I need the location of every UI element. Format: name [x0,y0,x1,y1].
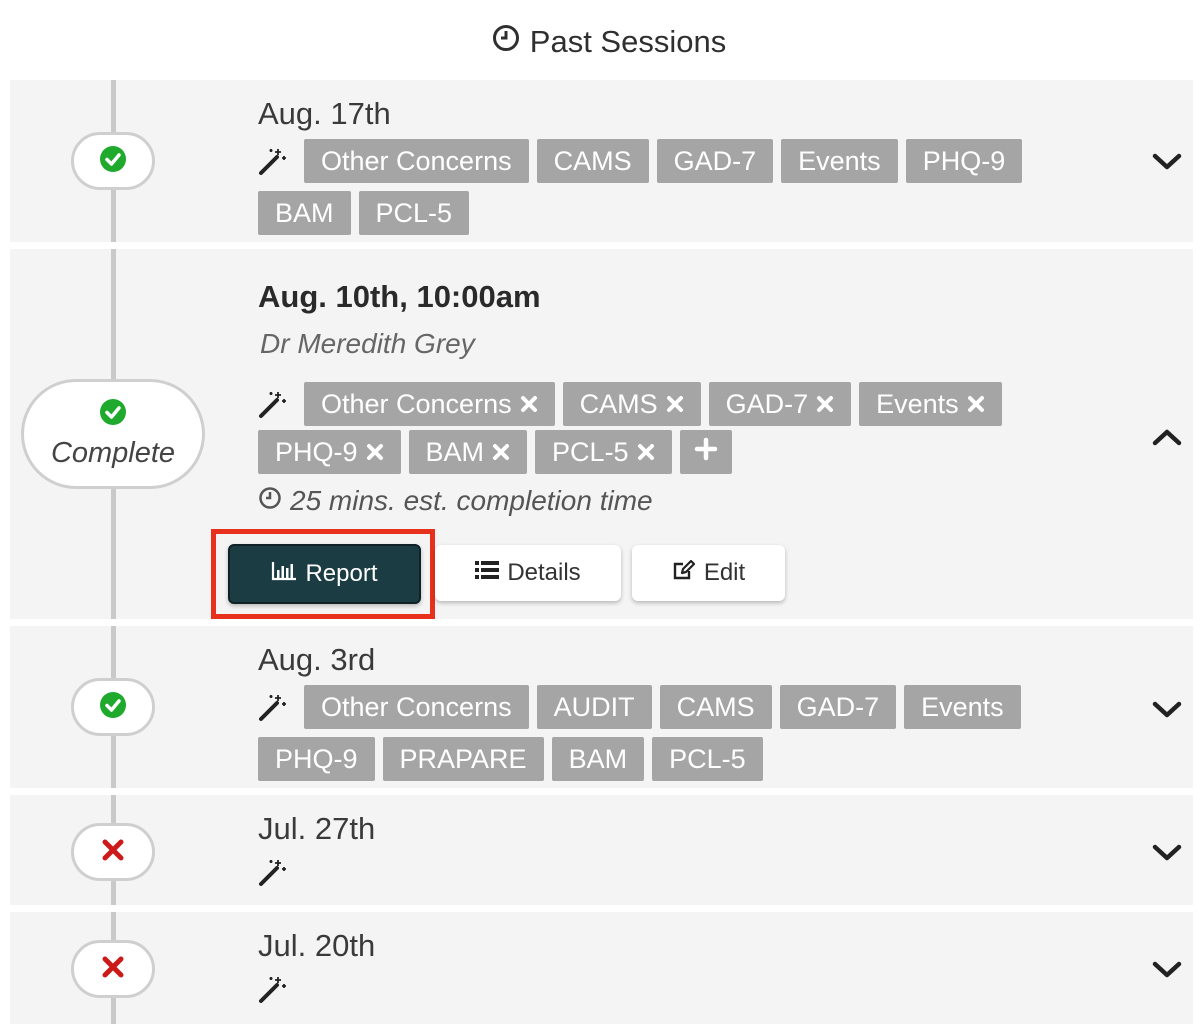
tag: BAM [258,191,351,235]
clinician-name: Dr Meredith Grey [260,328,475,359]
details-button[interactable]: Details [435,545,621,601]
status-indicator: Complete [21,379,205,489]
session-date: Jul. 27th [258,811,376,846]
remove-icon[interactable] [816,382,834,426]
tag-list: Other Concerns CAMS GAD-7 Events PHQ-9 B… [258,139,1098,235]
tag: AUDIT [536,685,652,729]
bar-chart-icon [271,560,297,588]
check-circle-icon [99,145,127,178]
tag: PCL-5 [652,737,763,781]
remove-icon[interactable] [520,382,538,426]
magic-wand-icon[interactable] [258,850,296,894]
tag-list: PHQ-9 BAM PCL-5 [258,430,1098,474]
tag: PHQ-9 [905,139,1023,183]
tag: PRAPARE [382,737,544,781]
status-indicator [71,940,155,998]
tag: GAD-7 [656,139,774,183]
edit-button[interactable]: Edit [632,545,785,601]
session-date: Aug. 3rd [258,642,376,677]
magic-wand-icon[interactable] [258,967,296,1011]
remove-icon[interactable] [967,382,985,426]
tag: PHQ-9 [258,430,401,474]
remove-icon[interactable] [637,430,655,474]
tag: Other Concerns [304,685,529,729]
clock-icon [492,24,520,60]
magic-wand-icon[interactable] [258,382,296,426]
tag: BAM [408,430,528,474]
session-row[interactable]: Aug. 3rd Other Concerns AUDIT CAMS GAD-7… [10,626,1193,788]
tag: Events [904,685,1021,729]
session-date: Aug. 17th [258,96,391,131]
status-indicator [71,678,155,736]
tag: PHQ-9 [258,737,375,781]
tag-list: Other Concerns CAMS GAD-7 Events [258,382,1098,426]
chevron-down-icon[interactable] [1152,700,1182,720]
remove-icon[interactable] [666,382,684,426]
session-row[interactable]: Jul. 20th [10,912,1193,1024]
completion-estimate: 25 mins. est. completion time [258,485,653,517]
session-row[interactable]: Aug. 17th Other Concerns CAMS GAD-7 Even… [10,80,1193,242]
tag: Events [781,139,898,183]
chevron-down-icon[interactable] [1152,960,1182,980]
tag: GAD-7 [779,685,897,729]
edit-icon [672,559,696,588]
plus-icon [694,430,718,474]
remove-icon[interactable] [366,430,384,474]
tag-list: Other Concerns AUDIT CAMS GAD-7 Events P… [258,685,1098,781]
tag: CAMS [659,685,772,729]
report-button[interactable]: Report [228,544,421,604]
tag: BAM [551,737,645,781]
status-indicator [71,132,155,190]
tag: CAMS [536,139,649,183]
check-circle-icon [99,398,127,431]
list-icon [475,559,500,587]
tag: Other Concerns [304,382,555,426]
page-title: Past Sessions [529,24,727,59]
chevron-up-icon[interactable] [1152,427,1182,447]
remove-icon[interactable] [492,430,510,474]
x-mark-icon [100,954,126,985]
tag: PCL-5 [535,430,672,474]
clock-icon [258,485,282,517]
session-date: Jul. 20th [258,928,376,963]
status-indicator [71,823,155,881]
section-header: Past Sessions [0,24,1198,60]
magic-wand-icon[interactable] [258,685,296,729]
add-tag-button[interactable] [679,430,732,474]
tag: Other Concerns [304,139,529,183]
tag: CAMS [562,382,701,426]
magic-wand-icon[interactable] [258,139,296,183]
chevron-down-icon[interactable] [1152,843,1182,863]
session-row[interactable]: Jul. 27th [10,795,1193,905]
tag: GAD-7 [708,382,852,426]
session-row-expanded: Complete Aug. 10th, 10:00am Dr Meredith … [10,249,1193,619]
x-mark-icon [100,837,126,868]
check-circle-icon [99,691,127,724]
tag: Events [859,382,1002,426]
status-label: Complete [50,437,176,469]
session-date: Aug. 10th, 10:00am [258,279,541,314]
chevron-down-icon[interactable] [1152,152,1182,172]
tag: PCL-5 [358,191,470,235]
